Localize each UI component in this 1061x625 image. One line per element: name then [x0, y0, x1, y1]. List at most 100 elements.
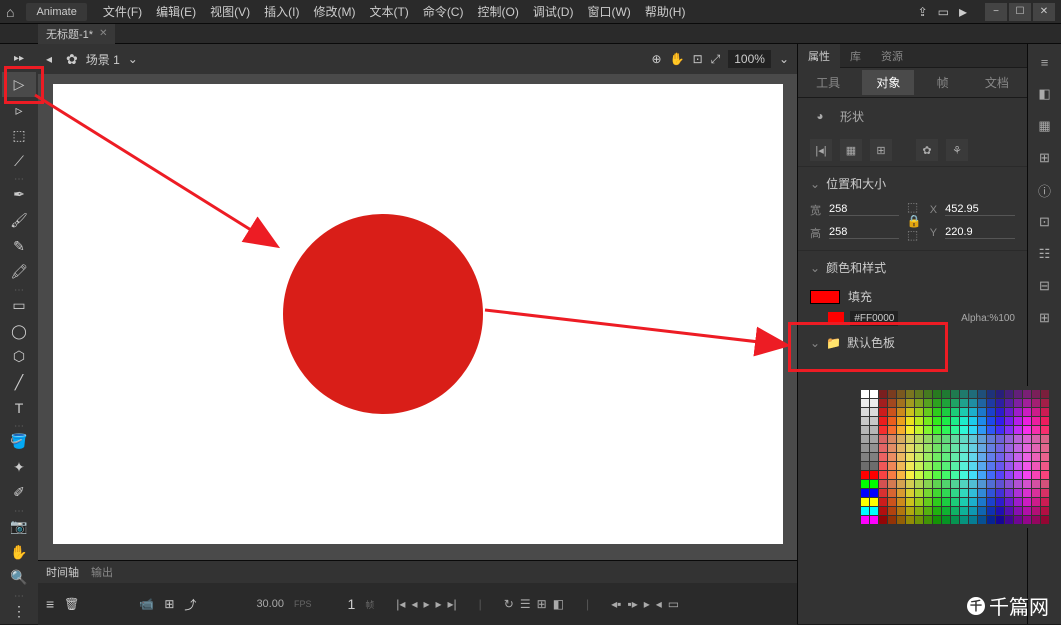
palette-swatch[interactable] [888, 408, 896, 416]
palette-swatch[interactable] [987, 453, 995, 461]
palette-swatch[interactable] [924, 399, 932, 407]
palette-swatch[interactable] [915, 399, 923, 407]
swatches-panel-icon[interactable]: ▦ [1033, 114, 1057, 138]
distribute-icon[interactable]: ⚘ [946, 139, 968, 161]
tool-subtab[interactable]: 工具 [802, 70, 854, 95]
palette-swatch[interactable] [861, 408, 869, 416]
palette-swatch[interactable] [1041, 417, 1049, 425]
palette-swatch[interactable] [987, 498, 995, 506]
palette-swatch[interactable] [978, 408, 986, 416]
palette-swatch[interactable] [861, 507, 869, 515]
palette-swatch[interactable] [987, 426, 995, 434]
palette-swatch[interactable] [987, 399, 995, 407]
paint-bucket-tool[interactable]: 🪣 [2, 429, 36, 455]
paint-brush-tool[interactable]: 🖍 [2, 259, 36, 285]
palette-swatch[interactable] [1005, 390, 1013, 398]
palette-swatch[interactable] [1023, 471, 1031, 479]
doc-subtab[interactable]: 文档 [971, 70, 1023, 95]
palette-swatch[interactable] [915, 507, 923, 515]
palette-swatch[interactable] [960, 444, 968, 452]
palette-swatch[interactable] [870, 426, 878, 434]
palette-swatch[interactable] [879, 480, 887, 488]
ink-bottle-tool[interactable]: ✦ [2, 454, 36, 480]
palette-swatch[interactable] [933, 444, 941, 452]
palette-swatch[interactable] [870, 507, 878, 515]
line-tool[interactable]: ╱ [2, 370, 36, 396]
palette-swatch[interactable] [996, 498, 1004, 506]
palette-swatch[interactable] [870, 444, 878, 452]
palette-swatch[interactable] [1014, 507, 1022, 515]
palette-swatch[interactable] [924, 462, 932, 470]
eyedropper-tool[interactable]: ✐ [2, 480, 36, 506]
palette-swatch[interactable] [1023, 417, 1031, 425]
palette-swatch[interactable] [1005, 453, 1013, 461]
palette-swatch[interactable] [987, 417, 995, 425]
palette-swatch[interactable] [987, 435, 995, 443]
palette-swatch[interactable] [969, 462, 977, 470]
palette-swatch[interactable] [879, 426, 887, 434]
lasso-tool[interactable]: ⟋ [2, 149, 36, 175]
palette-swatch[interactable] [942, 507, 950, 515]
palette-swatch[interactable] [1023, 453, 1031, 461]
palette-swatch[interactable] [996, 462, 1004, 470]
palette-swatch[interactable] [1041, 444, 1049, 452]
palette-swatch[interactable] [1005, 435, 1013, 443]
collapse-icon[interactable]: ⌄ [810, 336, 820, 350]
palette-swatch[interactable] [996, 435, 1004, 443]
first-frame-icon[interactable]: |◂ [396, 597, 405, 611]
share-icon[interactable]: ⇪ [918, 5, 928, 19]
flip-h-icon[interactable]: |◂| [810, 139, 832, 161]
palette-swatch[interactable] [870, 480, 878, 488]
palette-swatch[interactable] [897, 426, 905, 434]
palette-swatch[interactable] [888, 498, 896, 506]
marker-icon[interactable]: ◧ [553, 597, 564, 611]
palette-swatch[interactable] [861, 444, 869, 452]
palette-swatch[interactable] [969, 435, 977, 443]
palette-swatch[interactable] [1023, 399, 1031, 407]
next-frame-icon[interactable]: ▸ [436, 597, 442, 611]
insert-blank-icon[interactable]: ▪▸ [627, 597, 637, 611]
palette-swatch[interactable] [942, 516, 950, 524]
components-icon[interactable]: ⊟ [1033, 274, 1057, 298]
palette-swatch[interactable] [960, 390, 968, 398]
palette-swatch[interactable] [969, 480, 977, 488]
palette-swatch[interactable] [933, 426, 941, 434]
palette-swatch[interactable] [978, 462, 986, 470]
palette-swatch[interactable] [978, 435, 986, 443]
palette-swatch[interactable] [951, 426, 959, 434]
palette-swatch[interactable] [870, 453, 878, 461]
menu-text[interactable]: 文本(T) [365, 1, 412, 22]
palette-swatch[interactable] [996, 390, 1004, 398]
palette-swatch[interactable] [1032, 399, 1040, 407]
palette-swatch[interactable] [1023, 489, 1031, 497]
palette-swatch[interactable] [879, 408, 887, 416]
palette-swatch[interactable] [924, 480, 932, 488]
palette-swatch[interactable] [897, 507, 905, 515]
prev-frame-icon[interactable]: ◂ [411, 597, 417, 611]
menu-file[interactable]: 文件(F) [99, 1, 146, 22]
object-subtab[interactable]: 对象 [862, 70, 914, 95]
palette-swatch[interactable] [1032, 444, 1040, 452]
palette-swatch[interactable] [1014, 408, 1022, 416]
selection-tool[interactable]: ▷ [2, 72, 36, 98]
palette-swatch[interactable] [996, 426, 1004, 434]
palette-swatch[interactable] [951, 408, 959, 416]
palette-swatch[interactable] [888, 390, 896, 398]
palette-swatch[interactable] [1005, 426, 1013, 434]
menu-edit[interactable]: 编辑(E) [152, 1, 200, 22]
palette-swatch[interactable] [1041, 480, 1049, 488]
palette-swatch[interactable] [906, 426, 914, 434]
palette-swatch[interactable] [951, 444, 959, 452]
palette-swatch[interactable] [933, 516, 941, 524]
workspace-icon[interactable]: ▭ [938, 5, 949, 19]
palette-swatch[interactable] [978, 444, 986, 452]
height-value[interactable]: 258 [829, 226, 899, 239]
palette-swatch[interactable] [1032, 498, 1040, 506]
palette-swatch[interactable] [1032, 489, 1040, 497]
palette-swatch[interactable] [1023, 444, 1031, 452]
palette-swatch[interactable] [1041, 426, 1049, 434]
palette-swatch[interactable] [933, 480, 941, 488]
palette-swatch[interactable] [1041, 390, 1049, 398]
palette-swatch[interactable] [960, 516, 968, 524]
palette-swatch[interactable] [888, 417, 896, 425]
